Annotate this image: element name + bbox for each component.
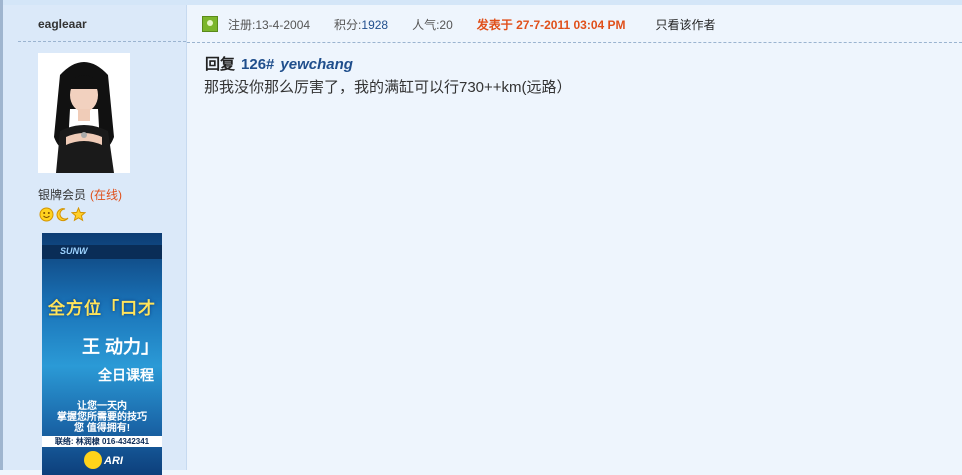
ad-brand: ARI bbox=[104, 455, 123, 467]
reply-title: 回复 126# yewchang bbox=[205, 53, 353, 74]
reply-prefix: 回复 bbox=[205, 56, 236, 73]
ad-headline: 全方位「口才 bbox=[48, 299, 156, 318]
reply-to-user[interactable]: yewchang bbox=[280, 56, 353, 73]
ad-tagline-3: 您 值得拥有! bbox=[73, 423, 131, 434]
ad-contact: 联络: 林润棣 016-4342341 bbox=[42, 436, 162, 447]
user-icon[interactable] bbox=[202, 16, 218, 32]
post-meta-bar: 注册:13-4-2004 积分:1928 人气:20 发表于 27-7-2011… bbox=[202, 15, 716, 33]
rank-label: 银牌会员 bbox=[38, 188, 87, 202]
member-rank: 银牌会员 (在线) bbox=[38, 186, 122, 203]
posted-timestamp: 发表于 27-7-2011 03:04 PM bbox=[476, 17, 626, 32]
online-status: (在线) bbox=[90, 188, 123, 202]
points-label: 积分: bbox=[334, 17, 362, 32]
post-body: 那我没你那么厉害了，我的满缸可以行730++km(远路） bbox=[204, 79, 572, 96]
points: 积分:1928 bbox=[334, 16, 388, 33]
ad-tagline-1: 让您一天内 bbox=[77, 401, 127, 412]
points-value: 1928 bbox=[361, 17, 389, 32]
author-sidebar: eagleaar 银牌会员 (在线) SUNW 全方位「口才 王 动力」 全日课… bbox=[3, 5, 187, 475]
star-icon bbox=[71, 207, 86, 222]
avatar[interactable] bbox=[38, 53, 130, 173]
popularity: 人气:20 bbox=[412, 17, 453, 32]
reply-floor-link[interactable]: 126# bbox=[241, 56, 274, 73]
avatar-image bbox=[38, 53, 130, 173]
mascot-icon bbox=[84, 451, 102, 469]
ad-taglines: 让您一天内 掌握您所需要的技巧 您 值得拥有! bbox=[42, 401, 162, 434]
ad-logo: SUNW bbox=[60, 246, 88, 256]
author-username[interactable]: eagleaar bbox=[38, 17, 87, 31]
ad-headline-big: 王 动力」 bbox=[82, 337, 160, 357]
divider bbox=[187, 42, 962, 43]
ad-subheadline: 全日课程 bbox=[98, 367, 154, 383]
divider bbox=[18, 41, 186, 42]
ad-tagline-2: 掌握您所需要的技巧 bbox=[57, 412, 147, 423]
badge-row bbox=[39, 207, 86, 223]
moon-icon bbox=[56, 208, 69, 222]
registered-date: 注册:13-4-2004 bbox=[228, 17, 311, 32]
view-author-only-link[interactable]: 只看该作者 bbox=[656, 16, 716, 33]
signature-ad-banner[interactable]: SUNW 全方位「口才 王 动力」 全日课程 让您一天内 掌握您所需要的技巧 您… bbox=[42, 233, 162, 475]
smiley-icon bbox=[39, 207, 54, 222]
